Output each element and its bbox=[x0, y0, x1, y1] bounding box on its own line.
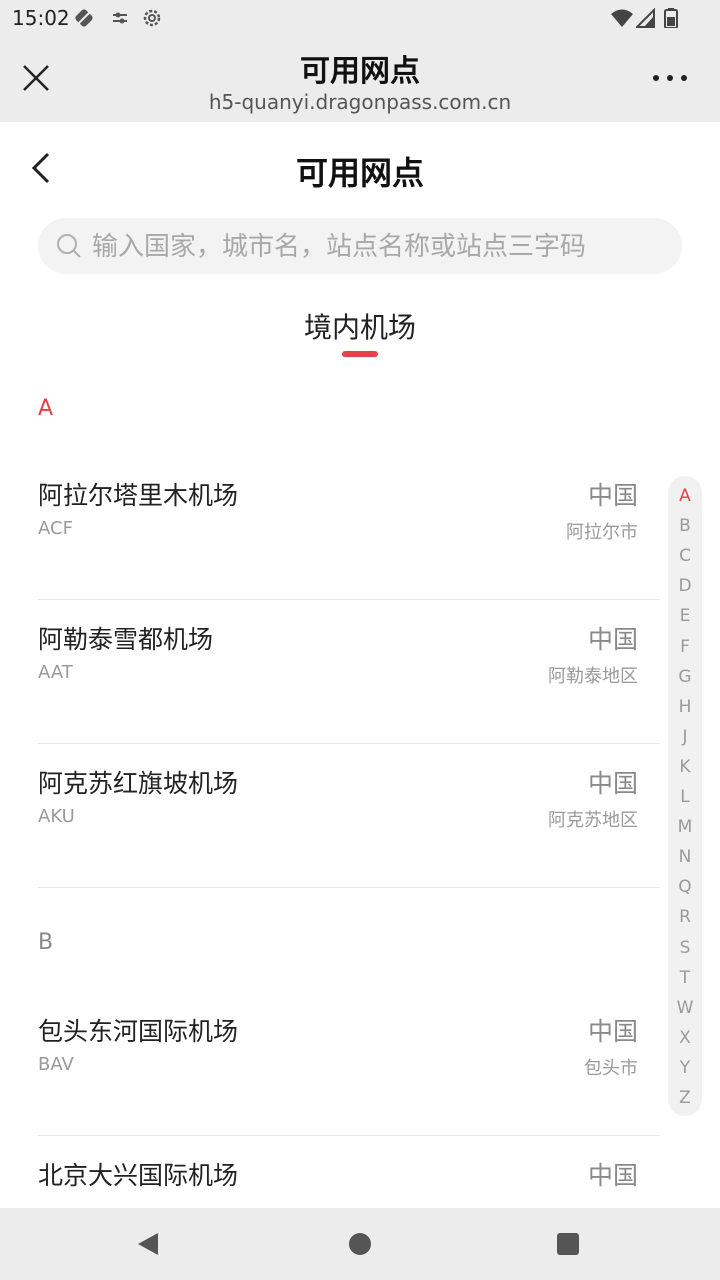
airport-code: AKU bbox=[38, 806, 75, 827]
airport-code: AAT bbox=[38, 662, 73, 683]
list-item[interactable]: 阿勒泰雪都机场 AAT 中国 阿勒泰地区 bbox=[0, 600, 720, 744]
index-letter-c[interactable]: C bbox=[668, 546, 702, 566]
status-time: 15:02 bbox=[12, 6, 70, 30]
tab-active-indicator bbox=[342, 351, 378, 357]
tab-domestic-airports[interactable]: 境内机场 bbox=[0, 306, 720, 346]
index-letter-g[interactable]: G bbox=[668, 667, 702, 687]
airport-country: 中国 bbox=[587, 1161, 638, 1190]
nav-back-icon[interactable] bbox=[134, 1230, 162, 1258]
browser-title: 可用网点 bbox=[300, 54, 420, 89]
airport-name: 阿勒泰雪都机场 bbox=[38, 625, 214, 654]
index-letter-h[interactable]: H bbox=[668, 697, 702, 717]
battery-icon bbox=[664, 8, 678, 28]
airport-name: 阿克苏红旗坡机场 bbox=[38, 769, 239, 798]
index-letter-k[interactable]: K bbox=[668, 757, 702, 777]
index-letter-d[interactable]: D bbox=[668, 576, 702, 596]
search-icon bbox=[57, 234, 81, 258]
section-header-b: B bbox=[38, 930, 54, 955]
index-letter-r[interactable]: R bbox=[668, 907, 702, 927]
browser-header: 可用网点 h5-quanyi.dragonpass.com.cn bbox=[0, 36, 720, 122]
battery-saver-icon bbox=[75, 9, 93, 27]
airport-code: ACF bbox=[38, 518, 73, 539]
airport-name: 阿拉尔塔里木机场 bbox=[38, 481, 239, 510]
index-letter-j[interactable]: J bbox=[668, 727, 702, 747]
airport-country: 中国 bbox=[587, 481, 638, 510]
index-letter-q[interactable]: Q bbox=[668, 877, 702, 897]
row-divider bbox=[38, 887, 660, 888]
airport-city: 阿拉尔市 bbox=[566, 522, 638, 543]
search-box[interactable] bbox=[38, 218, 682, 276]
index-letter-b[interactable]: B bbox=[668, 516, 702, 536]
airport-code: BAV bbox=[38, 1054, 74, 1075]
index-letter-l[interactable]: L bbox=[668, 787, 702, 807]
index-letter-z[interactable]: Z bbox=[668, 1088, 702, 1108]
list-item[interactable]: 阿克苏红旗坡机场 AKU 中国 阿克苏地区 bbox=[0, 744, 720, 888]
settings-icon bbox=[143, 9, 161, 27]
alphabet-index[interactable]: ABCDEFGHJKLMNQRSTWXYZ bbox=[668, 476, 702, 1116]
index-letter-y[interactable]: Y bbox=[668, 1058, 702, 1078]
sliders-icon bbox=[113, 12, 127, 24]
index-letter-t[interactable]: T bbox=[668, 968, 702, 988]
airport-city: 阿克苏地区 bbox=[548, 810, 638, 831]
index-letter-x[interactable]: X bbox=[668, 1028, 702, 1048]
list-item[interactable]: 包头东河国际机场 BAV 中国 包头市 bbox=[0, 992, 720, 1136]
page-header: 可用网点 bbox=[0, 122, 720, 214]
index-letter-s[interactable]: S bbox=[668, 938, 702, 958]
search-input[interactable] bbox=[90, 218, 674, 276]
airport-list: A 阿拉尔塔里木机场 ACF 中国 阿拉尔市 阿勒泰雪都机场 AAT 中国 阿勒… bbox=[0, 360, 720, 1208]
index-letter-m[interactable]: M bbox=[668, 817, 702, 837]
index-letter-e[interactable]: E bbox=[668, 606, 702, 626]
index-letter-w[interactable]: W bbox=[668, 998, 702, 1018]
list-item[interactable]: 阿拉尔塔里木机场 ACF 中国 阿拉尔市 bbox=[0, 456, 720, 600]
browser-url: h5-quanyi.dragonpass.com.cn bbox=[208, 90, 512, 114]
wifi-icon bbox=[611, 9, 633, 27]
list-item[interactable]: 北京大兴国际机场 中国 bbox=[0, 1136, 720, 1208]
airport-country: 中国 bbox=[587, 1017, 638, 1046]
airport-name: 包头东河国际机场 bbox=[38, 1017, 239, 1046]
nav-home-icon[interactable] bbox=[346, 1230, 374, 1258]
status-bar: 15:02 bbox=[0, 0, 720, 36]
signal-icon bbox=[636, 8, 655, 28]
page-title: 可用网点 bbox=[295, 154, 424, 192]
airport-name: 北京大兴国际机场 bbox=[38, 1161, 239, 1190]
more-options-icon[interactable] bbox=[650, 68, 690, 88]
system-nav-bar bbox=[0, 1208, 720, 1280]
airport-city: 包头市 bbox=[584, 1058, 638, 1079]
index-letter-f[interactable]: F bbox=[668, 637, 702, 657]
index-letter-n[interactable]: N bbox=[668, 847, 702, 867]
airport-city: 阿勒泰地区 bbox=[548, 666, 638, 687]
nav-recents-icon[interactable] bbox=[554, 1230, 582, 1258]
airport-country: 中国 bbox=[587, 625, 638, 654]
airport-country: 中国 bbox=[587, 769, 638, 798]
index-letter-a[interactable]: A bbox=[668, 486, 702, 506]
section-header-a: A bbox=[38, 396, 54, 421]
